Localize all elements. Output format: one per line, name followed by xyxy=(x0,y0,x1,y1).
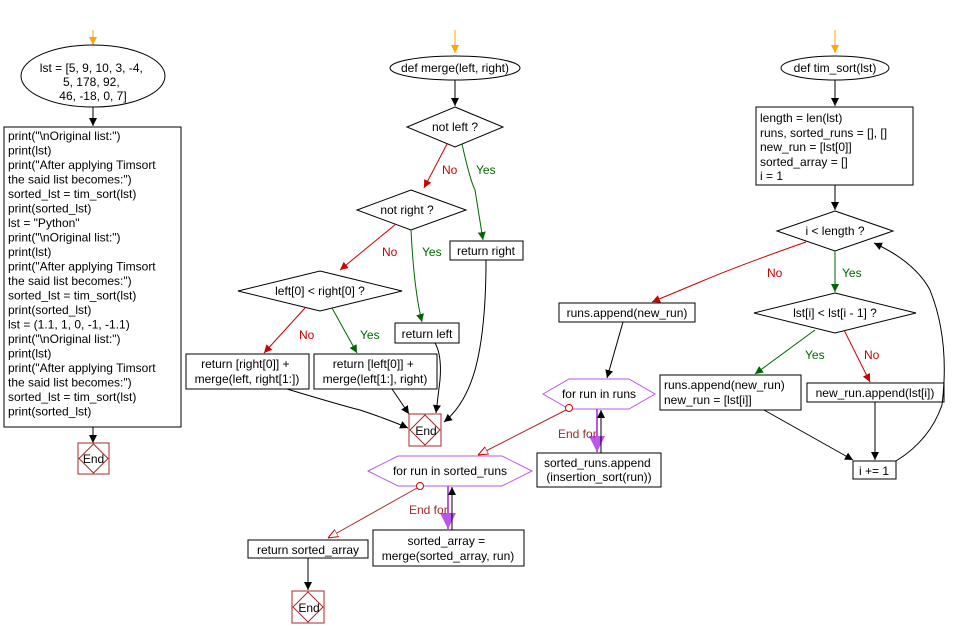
return-right-merge-text: return [right[0]] + merge(left, right[1:… xyxy=(195,357,300,386)
end-node: End xyxy=(408,413,442,447)
sorted-runs-append-text: sorted_runs.append (insertion_sort(run)) xyxy=(544,456,654,484)
for-runs-label: for run in runs xyxy=(562,387,636,401)
code-line: sorted_runs.append xyxy=(544,456,651,470)
merge-title: def merge(left, right) xyxy=(401,61,509,75)
return-left-label: return left xyxy=(402,327,453,341)
tim-sort-title: def tim_sort(lst) xyxy=(794,61,877,75)
code-line: print(sorted_lst) xyxy=(8,303,91,317)
code-line: print(lst) xyxy=(8,144,51,158)
end-node: End xyxy=(291,590,325,624)
no-label: No xyxy=(864,348,880,362)
code-line: the said list becomes:") xyxy=(8,376,132,390)
code-line: the said list becomes:") xyxy=(8,274,132,288)
edge xyxy=(286,388,409,429)
append-last-run-label: runs.append(new_run) xyxy=(567,306,688,320)
end-node: End xyxy=(77,442,110,475)
code-line: i = 1 xyxy=(760,169,783,183)
return-left-merge-text: return [left[0]] + merge(left[1:], right… xyxy=(323,357,428,386)
loop-exit-marker xyxy=(416,482,424,490)
code-line: (insertion_sort(run)) xyxy=(546,470,651,484)
end-label: End xyxy=(83,452,104,466)
code-line: print("After applying Timsort xyxy=(8,361,156,375)
code-line: sorted_lst = tim_sort(lst) xyxy=(8,187,136,201)
loop-back-edge xyxy=(873,242,945,462)
main-flow: lst = [5, 9, 10, 3, -4, 5, 178, 92, 46, … xyxy=(3,30,182,475)
code-line: runs, sorted_runs = [], [] xyxy=(760,126,887,140)
code-line: print(lst) xyxy=(8,245,51,259)
yes-label: Yes xyxy=(842,266,862,280)
code-line: return [right[0]] + xyxy=(201,357,289,371)
code-line: length = len(lst) xyxy=(760,111,842,125)
code-line: lst = (1.1, 1, 0, -1, -1.1) xyxy=(8,318,130,332)
no-label: No xyxy=(442,163,458,177)
code-line: sorted_array = xyxy=(407,534,485,548)
edge-yes xyxy=(410,229,424,323)
yes-label: Yes xyxy=(422,245,442,259)
code-line: new_run = [lst[i]] xyxy=(664,393,752,407)
code-line: sorted_array = [] xyxy=(760,155,848,169)
yes-label: Yes xyxy=(805,348,825,362)
yes-label: Yes xyxy=(360,328,380,342)
code-line: return [left[0]] + xyxy=(333,357,414,371)
decision-label: lst[i] < lst[i - 1] ? xyxy=(793,306,877,320)
start-line: lst = [5, 9, 10, 3, -4, xyxy=(40,61,143,75)
code-line: merge(left, right[1:]) xyxy=(195,372,300,386)
return-right-label: return right xyxy=(457,244,516,258)
end-for-edge xyxy=(478,409,567,455)
return-sorted-label: return sorted_array xyxy=(257,543,359,557)
code-line: print(sorted_lst) xyxy=(8,202,91,216)
code-line: sorted_lst = tim_sort(lst) xyxy=(8,390,136,404)
edge-yes xyxy=(461,143,486,241)
code-line: runs.append(new_run) xyxy=(664,378,785,392)
increment-label: i += 1 xyxy=(859,464,889,478)
decision-label: not left ? xyxy=(432,120,478,134)
end-for-label: End for xyxy=(409,503,448,517)
no-label: No xyxy=(299,328,315,342)
no-label: No xyxy=(382,245,398,259)
code-line: print("\nOriginal list:") xyxy=(8,231,121,245)
decision-label: i < length ? xyxy=(805,224,864,238)
code-line: lst = "Python" xyxy=(8,216,80,230)
code-line: print("After applying Timsort xyxy=(8,158,156,172)
code-line: print("After applying Timsort xyxy=(8,260,156,274)
flowchart: lst = [5, 9, 10, 3, -4, 5, 178, 92, 46, … xyxy=(3,30,945,624)
end-label: End xyxy=(298,601,319,615)
loop-exit-marker xyxy=(565,404,573,412)
for-sorted-runs-label: for run in sorted_runs xyxy=(393,464,507,478)
append-item-label: new_run.append(lst[i]) xyxy=(816,386,935,400)
code-line: print("\nOriginal list:") xyxy=(8,332,121,346)
code-line: sorted_lst = tim_sort(lst) xyxy=(8,289,136,303)
edge-yes xyxy=(331,307,358,354)
edge-no xyxy=(651,241,807,303)
code-line: the said list becomes:") xyxy=(8,173,132,187)
end-for-label: End for xyxy=(558,427,597,441)
decision-label: not right ? xyxy=(380,203,434,217)
end-label: End xyxy=(415,424,436,438)
code-line: print(sorted_lst) xyxy=(8,405,91,419)
code-line: new_run = [lst[0]] xyxy=(760,140,852,154)
code-line: print("\nOriginal list:") xyxy=(8,129,121,143)
merge-flow: def merge(left, right) not left ? No Yes… xyxy=(185,30,524,447)
no-label: No xyxy=(767,266,783,280)
start-line: 5, 178, 92, xyxy=(63,75,120,89)
yes-label: Yes xyxy=(476,163,496,177)
code-line: print(lst) xyxy=(8,347,51,361)
edge xyxy=(391,388,410,415)
code-line: merge(sorted_array, run) xyxy=(382,549,515,563)
start-line: 46, -18, 0, 7] xyxy=(59,89,126,103)
edge xyxy=(605,321,624,379)
tim-sort-flow: def tim_sort(lst) length = len(lst) runs… xyxy=(247,30,945,624)
code-line: merge(left[1:], right) xyxy=(323,372,428,386)
decision-label: left[0] < right[0] ? xyxy=(275,284,365,298)
edge xyxy=(763,409,854,461)
